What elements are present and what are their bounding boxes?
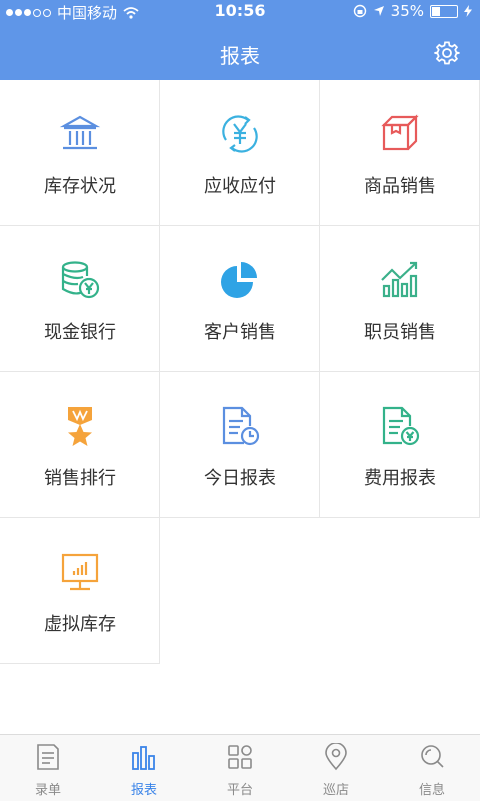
report-tile-today-report[interactable]: 今日报表 (160, 372, 320, 518)
tab-label: 平台 (226, 783, 253, 798)
pie-chart-icon (221, 262, 257, 298)
report-tile-receivables[interactable]: 应收应付 (160, 80, 320, 226)
report-tile-staff-sales[interactable]: 职员销售 (320, 226, 480, 372)
document-clock-icon (222, 406, 260, 446)
report-tile-customer-sales[interactable]: 客户销售 (160, 226, 320, 372)
tab-label: 报表 (130, 783, 157, 798)
page-title: 报表 (220, 44, 260, 68)
report-label: 商品销售 (364, 176, 436, 197)
tab-label: 巡店 (322, 783, 349, 798)
coin-stack-icon (61, 261, 100, 299)
tab-store-patrol[interactable]: 巡店 (288, 735, 384, 801)
tab-messages[interactable]: 信息 (384, 735, 480, 801)
report-label: 库存状况 (44, 176, 116, 197)
box-icon (381, 114, 419, 151)
document-yen-icon (382, 406, 420, 446)
report-label: 客户销售 (204, 322, 276, 343)
rotation-lock-icon (353, 4, 366, 18)
bar-trend-icon (381, 261, 418, 298)
settings-gear-icon[interactable] (434, 40, 460, 66)
bank-icon (59, 115, 101, 150)
status-bar: 中国移动 10:56 35% (0, 0, 480, 22)
report-label: 现金银行 (44, 322, 116, 343)
tab-label: 录单 (34, 783, 61, 798)
location-arrow-icon (373, 6, 384, 16)
tab-entry[interactable]: 录单 (0, 735, 96, 801)
document-icon (37, 744, 59, 770)
report-label: 职员销售 (364, 322, 436, 343)
battery-icon (430, 4, 458, 18)
charging-icon (464, 5, 472, 17)
report-label: 销售排行 (44, 468, 116, 489)
monitor-chart-icon (61, 553, 99, 591)
report-tile-inventory[interactable]: 库存状况 (0, 80, 160, 226)
search-chat-icon (421, 745, 444, 768)
report-tile-sales-ranking[interactable]: 销售排行 (0, 372, 160, 518)
report-label: 费用报表 (364, 468, 436, 489)
yen-cycle-icon (222, 115, 258, 153)
report-label: 应收应付 (204, 176, 276, 197)
location-pin-icon (325, 743, 347, 771)
report-label: 今日报表 (204, 468, 276, 489)
header-bar: 中国移动 10:56 35% 报表 (0, 0, 480, 80)
report-label: 虚拟库存 (44, 614, 116, 635)
bar-chart-icon (132, 746, 155, 770)
report-tile-cash-bank[interactable]: 现金银行 (0, 226, 160, 372)
bottom-tab-bar: 录单 报表 平台 巡店 信息 (0, 734, 480, 801)
battery-percent: 35% (390, 2, 424, 20)
tab-reports[interactable]: 报表 (96, 735, 192, 801)
medal-star-icon (68, 407, 92, 446)
grid-icon (228, 745, 252, 769)
report-tile-virtual-inventory[interactable]: 虚拟库存 (0, 518, 160, 664)
report-tile-product-sales[interactable]: 商品销售 (320, 80, 480, 226)
tab-platform[interactable]: 平台 (192, 735, 288, 801)
tab-label: 信息 (418, 783, 445, 798)
report-tile-expense-report[interactable]: 费用报表 (320, 372, 480, 518)
